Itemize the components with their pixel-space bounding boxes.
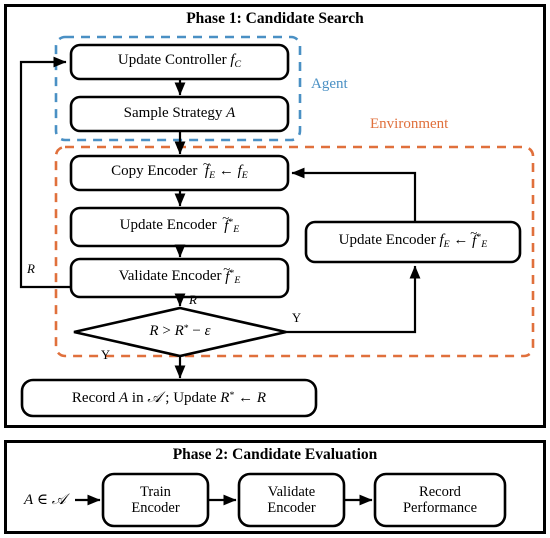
- edge-label-yes-right: Y: [292, 311, 302, 325]
- edge-reward-feedback-loop: [19, 56, 71, 289]
- agent-zone-label: Agent: [311, 76, 348, 92]
- edge-accept-to-update-back: [286, 265, 421, 334]
- phase2-title: Phase 2: Candidate Evaluation: [172, 446, 378, 463]
- node-validate-encoder-p2-line2: Encoder: [267, 500, 316, 516]
- node-validate-encoder-p2[interactable]: Validate Encoder: [239, 474, 344, 526]
- edge-label-reward-left: R: [27, 261, 35, 276]
- node-update-encoder-back[interactable]: Update Encoder fE ← ~ f*E: [306, 222, 520, 262]
- node-update-controller[interactable]: Update Controller fC: [71, 45, 288, 79]
- node-copy-encoder[interactable]: Copy Encoder ~ fE ← fE: [71, 156, 288, 190]
- node-record-performance[interactable]: Record Performance: [375, 474, 505, 526]
- node-update-encoder-label: Update Encoder ~ f*E: [119, 211, 240, 236]
- node-record-performance-line1: Record: [419, 483, 461, 500]
- node-record-candidate-label: Record A in 𝒜 ; Update R* ← R: [71, 387, 267, 406]
- node-validate-encoder-label: Validate Encoder ~ f*E: [118, 262, 241, 287]
- edge-update-back-to-copy: [291, 167, 417, 222]
- node-sample-strategy-label: Sample Strategy A: [123, 105, 236, 122]
- node-sample-strategy[interactable]: Sample Strategy A: [71, 97, 288, 131]
- node-validate-encoder-p2-label: Validate Encoder: [267, 484, 315, 516]
- node-record-performance-label: Record Performance: [403, 484, 477, 516]
- node-validate-encoder[interactable]: Validate Encoder ~ f*E: [71, 259, 288, 297]
- node-validate-encoder-p2-line1: Validate: [267, 483, 316, 500]
- node-update-encoder[interactable]: Update Encoder ~ f*E: [71, 208, 288, 246]
- node-update-encoder-back-label: Update Encoder fE ← ~ f*E: [338, 226, 488, 251]
- node-train-encoder[interactable]: Train Encoder: [103, 474, 208, 526]
- phase2-input-label: A ∈ 𝒜: [14, 486, 76, 514]
- edge-label-yes-bottom: Y: [101, 348, 111, 362]
- environment-zone-label: Environment: [370, 116, 449, 132]
- node-copy-encoder-label: Copy Encoder ~ fE ← fE: [111, 157, 248, 182]
- figure-root: Phase 1: Candidate Search Agent Environm…: [0, 0, 550, 538]
- phase2-input-text: A ∈ 𝒜: [24, 489, 66, 508]
- phase1-title: Phase 1: Candidate Search: [186, 10, 364, 27]
- edge-label-reward-top: R: [189, 292, 197, 307]
- node-update-controller-label: Update Controller fC: [117, 52, 242, 71]
- node-record-candidate[interactable]: Record A in 𝒜 ; Update R* ← R: [22, 380, 316, 416]
- node-train-encoder-line2: Encoder: [131, 500, 180, 516]
- node-update-controller-text: Update Controller: [117, 52, 231, 69]
- node-record-performance-line2: Performance: [402, 500, 478, 516]
- decision-label: R > R* − ε: [149, 323, 211, 340]
- decision-node[interactable]: R > R* − ε: [74, 316, 286, 348]
- node-train-encoder-label: Train Encoder: [131, 484, 179, 516]
- node-train-encoder-line1: Train: [140, 483, 171, 500]
